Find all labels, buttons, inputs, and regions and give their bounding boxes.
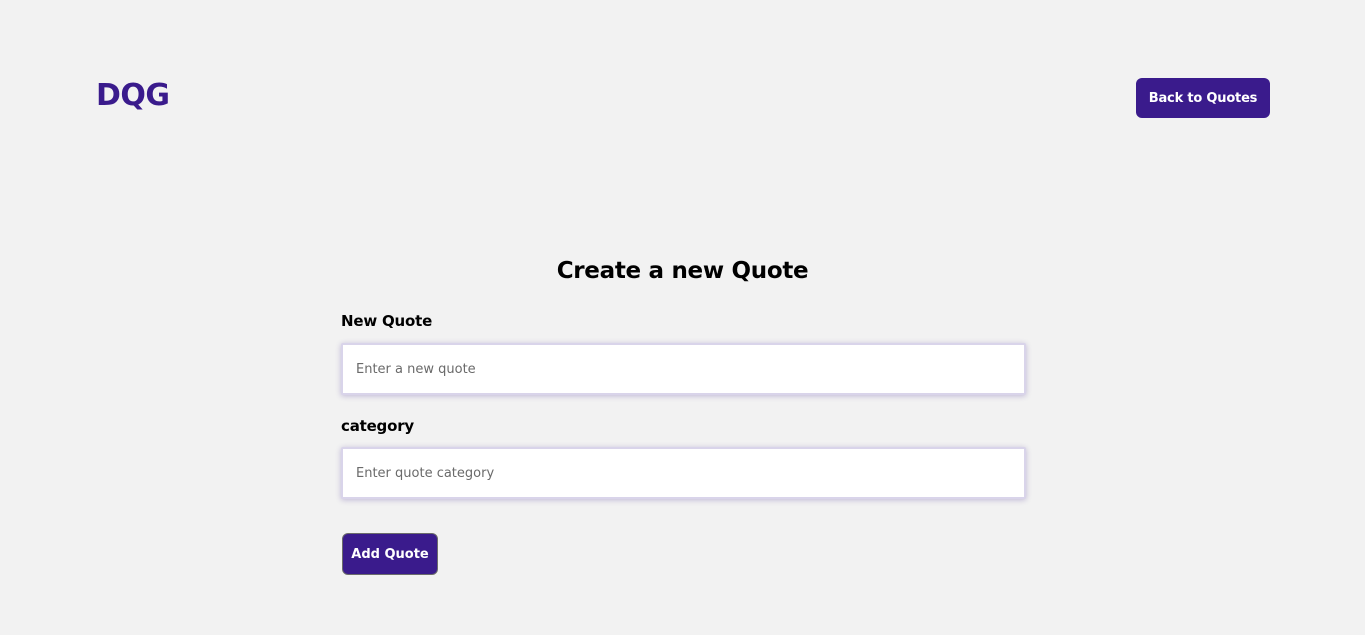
new-quote-label: New Quote [341, 312, 433, 330]
logo[interactable]: DQG [96, 76, 170, 116]
category-input[interactable] [341, 447, 1026, 499]
back-to-quotes-button[interactable]: Back to Quotes [1136, 78, 1270, 118]
new-quote-input[interactable] [341, 343, 1026, 395]
category-label: category [341, 417, 414, 435]
form-title: Create a new Quote [556, 258, 809, 284]
page: DQG Back to Quotes Create a new Quote Ne… [0, 0, 1365, 635]
add-quote-button[interactable]: Add Quote [342, 533, 438, 575]
